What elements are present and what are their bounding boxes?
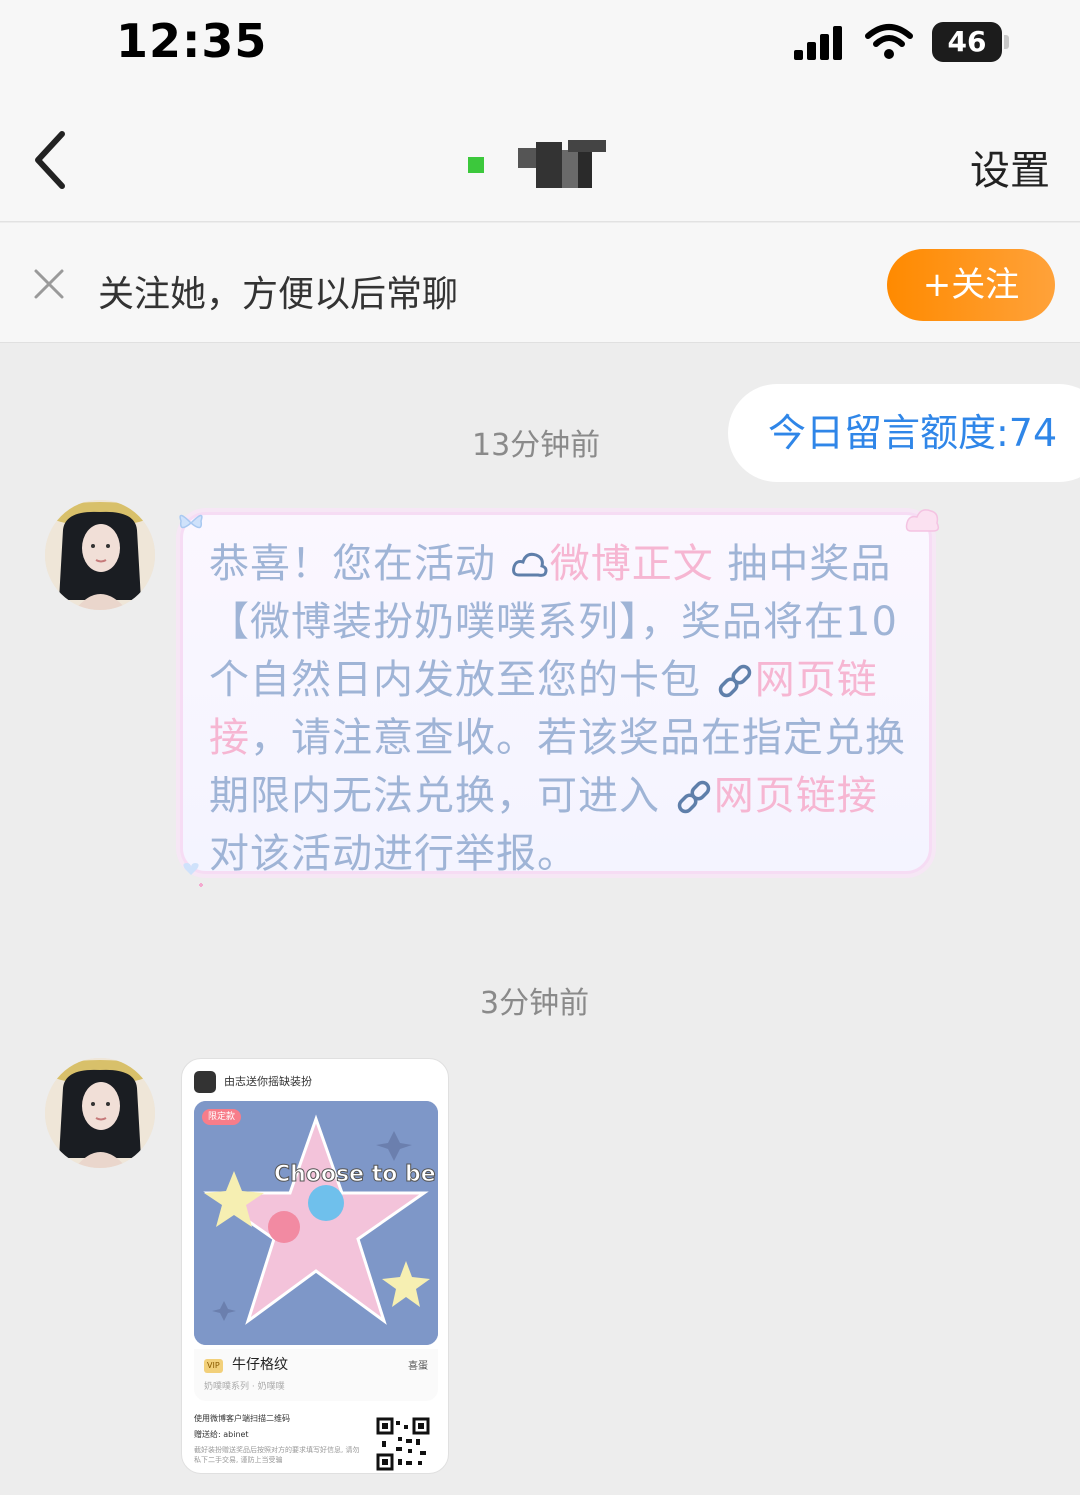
item-label: 喜蛋 xyxy=(408,1361,428,1372)
nav-bar: 设置 xyxy=(0,96,1080,222)
cloud-decoration-icon xyxy=(905,509,940,532)
status-time: 12:35 xyxy=(116,14,268,68)
follow-banner-text: 关注她，方便以后常聊 xyxy=(98,274,459,315)
cloud-icon xyxy=(511,552,548,577)
wifi-icon xyxy=(865,24,913,59)
avatar-image xyxy=(45,1058,155,1168)
recipient-text: 赠送给: abinet xyxy=(194,1430,249,1439)
gift-card-message[interactable]: 由志送你摇缺装扮 Choose to be soft 限定款 VIP 牛仔格纹 … xyxy=(181,1058,449,1474)
avatar-image xyxy=(45,500,155,610)
blurred-username xyxy=(518,140,606,188)
settings-button[interactable]: 设置 xyxy=(970,138,1050,196)
chat-title xyxy=(466,132,616,192)
avatar[interactable] xyxy=(45,500,155,610)
bow-decoration-icon xyxy=(179,514,203,529)
artwork-text: Choose to be soft xyxy=(274,1162,438,1187)
battery-icon: 46 xyxy=(932,22,1002,62)
card-disclaimer: 截好装扮赠送奖品后按照对方的要求填写好信息, 请勿私下二手交易, 谨防上当受骗 xyxy=(194,1446,360,1464)
scan-instruction: 使用微博客户端扫描二维码 xyxy=(194,1414,290,1423)
follow-banner: 关注她，方便以后常聊 +关注 xyxy=(0,223,1080,343)
avatar[interactable] xyxy=(45,1058,155,1168)
follow-button[interactable]: +关注 xyxy=(887,249,1055,321)
item-series: 奶噗噗系列 · 奶噗噗 xyxy=(204,1382,285,1392)
message-bubble[interactable]: 恭喜！您在活动 微博正文 抽中奖品【微博装扮奶噗噗系列】，奖品将在10个自然日内… xyxy=(179,509,940,887)
limited-badge: 限定款 xyxy=(202,1109,242,1125)
link-icon xyxy=(677,780,710,814)
vip-tag: VIP xyxy=(204,1359,223,1373)
message-part: 对该活动进行举报。 xyxy=(209,831,578,877)
artwork-image: Choose to be soft xyxy=(194,1101,438,1345)
link-icon xyxy=(718,664,751,698)
card-header-text: 由志送你摇缺装扮 xyxy=(224,1075,312,1088)
message-quota-bubble: 今日留言额度:74 xyxy=(728,384,1080,482)
close-icon[interactable] xyxy=(30,265,68,303)
signal-icon xyxy=(794,24,848,60)
card-info: VIP 牛仔格纹 喜蛋 奶噗噗系列 · 奶噗噗 xyxy=(194,1349,438,1401)
item-name: 牛仔格纹 xyxy=(232,1357,288,1373)
card-header: 由志送你摇缺装扮 xyxy=(194,1067,434,1097)
heart-decoration-icon xyxy=(183,863,203,887)
message-part: 恭喜！您在活动 xyxy=(209,541,510,587)
timestamp: 3分钟前 xyxy=(480,986,590,1021)
sender-avatar xyxy=(194,1071,216,1093)
message-text: 恭喜！您在活动 微博正文 抽中奖品【微博装扮奶噗噗系列】，奖品将在10个自然日内… xyxy=(209,535,914,883)
online-status-icon xyxy=(468,157,484,173)
battery-nub xyxy=(1004,35,1009,49)
card-artwork: Choose to be soft 限定款 xyxy=(194,1101,438,1345)
chevron-left-icon[interactable] xyxy=(22,122,82,198)
status-bar: 12:35 46 xyxy=(0,0,1080,96)
report-link[interactable]: 网页链接 xyxy=(714,773,878,819)
timestamp: 13分钟前 xyxy=(472,428,601,463)
qr-code-icon[interactable] xyxy=(376,1417,430,1471)
weibo-post-link[interactable]: 微博正文 xyxy=(550,541,714,587)
